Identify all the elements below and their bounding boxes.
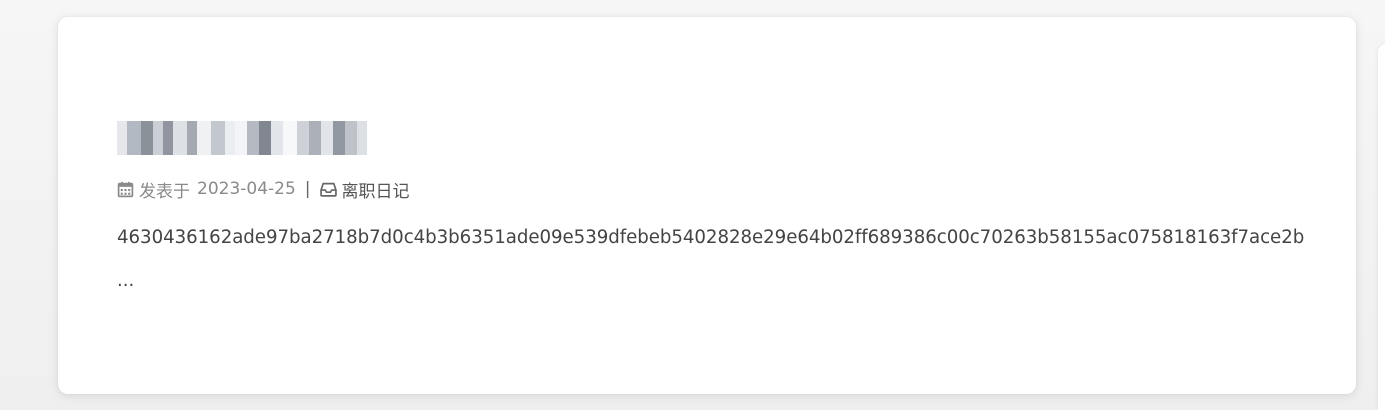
post-meta: 发表于 2023-04-25 | 离职日记 — [117, 177, 410, 202]
meta-separator: | — [304, 179, 311, 199]
page: 发表于 2023-04-25 | 离职日记 4630436162ade97ba2… — [0, 0, 1385, 410]
post-card — [58, 17, 1356, 394]
read-more-ellipsis[interactable]: ... — [117, 270, 134, 291]
posted-label: 发表于 — [139, 181, 190, 202]
inbox-icon — [319, 181, 337, 198]
post-date: 2023-04-25 — [197, 179, 296, 199]
post-category-link[interactable]: 离职日记 — [342, 177, 410, 202]
post-excerpt: 4630436162ade97ba2718b7d0c4b3b6351ade09e… — [117, 227, 1305, 248]
calendar-icon — [117, 181, 134, 198]
sidebar-edge — [1378, 44, 1385, 410]
post-title-blurred[interactable] — [117, 121, 367, 155]
